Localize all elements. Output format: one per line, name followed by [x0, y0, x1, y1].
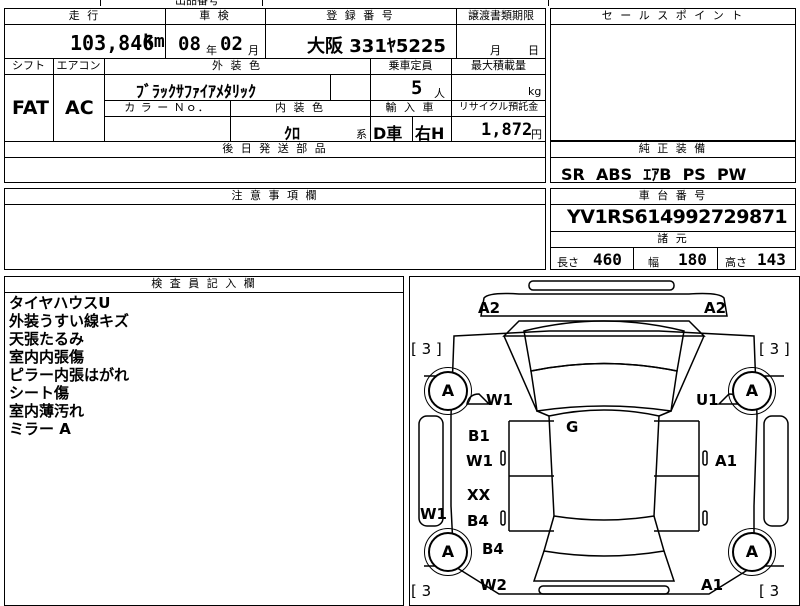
recycle-unit: 円 — [531, 128, 542, 141]
diagram-tire-rr: [ 3 — [759, 582, 780, 600]
exterior-color-value: ﾌﾞﾗｯｸｻﾌｧｲｱﾒﾀﾘｯｸ — [136, 82, 257, 101]
diagram-right-front-door: A1 — [715, 452, 738, 470]
inspector-note: ミラー A — [9, 420, 71, 438]
transfer-month-unit: 月 — [490, 44, 501, 57]
height-label: 高さ — [725, 256, 747, 269]
diagram-tire-rl: [ 3 — [411, 582, 432, 600]
diagram-front-left-fender: W1 — [486, 391, 513, 409]
inspector-notes: タイヤハウスU 外装うすい線キズ 天張たるみ 室内内張傷 ピラー内張はがれ シー… — [9, 294, 399, 438]
diagram-front-right-corner: A2 — [704, 299, 727, 317]
max-load-unit: kg — [528, 85, 542, 98]
shift-value: FAT — [12, 97, 49, 119]
length-value: 460 — [593, 250, 622, 269]
standard-equipment-value: SR ABS ｴｱB PS PW — [561, 165, 747, 184]
import-h-value: 右H — [415, 124, 445, 143]
sales-point-header: セ ー ル ス ポ イ ン ト — [601, 9, 745, 22]
capacity-value: 5 — [411, 77, 423, 99]
max-load-header: 最大積載量 — [471, 59, 526, 72]
chassis-header: 車 台 番 号 — [638, 189, 708, 202]
aircon-header: エアコン — [56, 59, 101, 72]
standard-equipment-header: 純 正 装 備 — [638, 142, 708, 155]
inspection-year-unit: 年 — [206, 44, 217, 57]
height-value: 143 — [757, 250, 786, 269]
color-no-header: カ ラ ー Ｎｏ． — [124, 101, 210, 114]
inspection-header: 車 検 — [199, 9, 231, 22]
wheel-fl-icon: A — [428, 371, 468, 411]
chassis-value: YV1RS614992729871 — [567, 206, 788, 228]
wheel-rl-icon: A — [428, 532, 468, 572]
diagram-left-front-door-bottom: W1 — [466, 452, 493, 470]
diagram-left-front-door-top: B1 — [468, 427, 490, 445]
inspector-header: 検 査 員 記 入 欄 — [151, 277, 257, 290]
later-parts-header: 後 日 発 送 部 品 — [222, 142, 328, 155]
diagram-rear-right: A1 — [701, 576, 724, 594]
wheel-rr-icon: A — [732, 532, 772, 572]
length-label: 長さ — [557, 256, 579, 269]
top-strip-text: 出品番号 — [175, 0, 219, 7]
recycle-header: リサイクル預託金 — [458, 102, 539, 113]
mileage-unit: km — [143, 31, 165, 52]
interior-color-header: 内 装 色 — [275, 101, 325, 114]
interior-color-unit: 系 — [356, 128, 367, 141]
capacity-header: 乗車定員 — [388, 59, 433, 72]
inspector-note: タイヤハウスU — [9, 294, 111, 312]
import-d-value: D車 — [373, 124, 403, 143]
diagram-roof: G — [566, 418, 579, 436]
inspection-month: 02 — [220, 33, 243, 55]
sales-point-box — [550, 8, 796, 141]
inspector-note: ピラー内張はがれ — [9, 366, 130, 384]
diagram-front-left-corner: A2 — [478, 299, 501, 317]
mileage-header: 走 行 — [68, 9, 101, 22]
width-value: 180 — [678, 250, 707, 269]
mileage-value: 103,846 — [70, 31, 155, 55]
inspection-year: 08 — [178, 33, 201, 55]
caution-header: 注 意 事 項 欄 — [231, 189, 319, 202]
diagram-left-rear-door-bottom: B4 — [467, 512, 489, 530]
inspector-note: シート傷 — [9, 384, 70, 402]
width-label: 幅 — [648, 256, 659, 269]
registration-header: 登 録 番 号 — [326, 9, 395, 22]
capacity-unit: 人 — [434, 87, 445, 100]
specs-header: 諸 元 — [657, 232, 689, 245]
shift-header: シフト — [12, 59, 45, 72]
interior-color-value: ｸﾛ — [284, 124, 301, 143]
recycle-value: 1,872 — [481, 120, 533, 140]
diagram-left-rear-fender: B4 — [482, 540, 504, 558]
transfer-day-unit: 日 — [528, 44, 539, 57]
top-strip: 出品番号 — [0, 0, 800, 7]
diagram-left-rear-door-top: XX — [467, 486, 491, 504]
inspector-note: 室内内張傷 — [9, 348, 85, 366]
exterior-color-header: 外 装 色 — [212, 59, 262, 72]
diagram-front-right-fender: U1 — [696, 391, 719, 409]
registration-value: 大阪 331ﾔ5225 — [307, 36, 446, 57]
inspector-note: 天張たるみ — [9, 330, 85, 348]
aircon-value: AC — [65, 97, 94, 119]
inspector-note: 外装うすい線キズ — [9, 312, 130, 330]
diagram-rear-left: W2 — [480, 576, 507, 594]
inspection-month-unit: 月 — [248, 44, 259, 57]
diagram-tire-fl: [ 3 ] — [411, 340, 442, 358]
transfer-header: 譲渡書類期限 — [468, 9, 534, 22]
import-header: 輸 入 車 — [385, 101, 436, 114]
diagram-tire-fr: [ 3 ] — [759, 340, 790, 358]
inspector-note: 室内薄汚れ — [9, 402, 85, 420]
wheel-fr-icon: A — [732, 371, 772, 411]
diagram-left-sill: W1 — [420, 505, 447, 523]
